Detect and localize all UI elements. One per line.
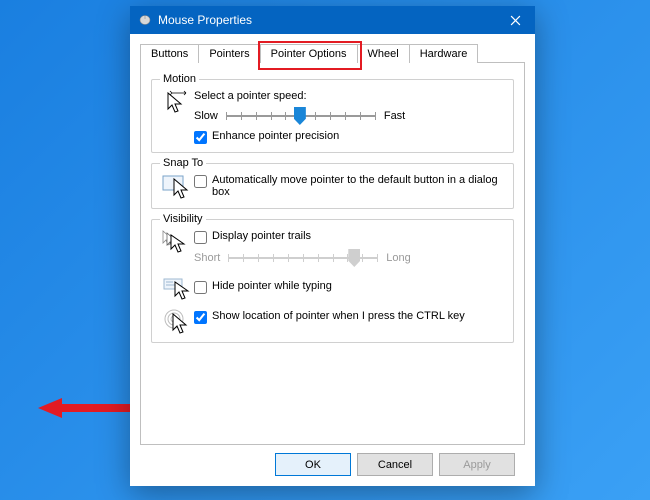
snapto-icon bbox=[160, 174, 194, 200]
ctrl-locate-checkbox[interactable]: Show location of pointer when I press th… bbox=[194, 310, 505, 324]
close-icon bbox=[510, 15, 521, 26]
client-area: Buttons Pointers Pointer Options Wheel H… bbox=[130, 34, 535, 484]
long-label: Long bbox=[386, 252, 410, 264]
pointer-speed-slider[interactable] bbox=[226, 106, 376, 126]
pointer-speed-label: Select a pointer speed: bbox=[194, 90, 505, 102]
group-visibility: Visibility Display p bbox=[151, 219, 514, 343]
group-snapto: Snap To Automatically move pointer to th… bbox=[151, 163, 514, 209]
snapto-label: Automatically move pointer to the defaul… bbox=[212, 174, 505, 198]
trails-label: Display pointer trails bbox=[212, 230, 311, 242]
trails-icon bbox=[160, 230, 194, 254]
desktop: Mouse Properties Buttons Pointers Pointe… bbox=[0, 0, 650, 500]
group-motion-legend: Motion bbox=[160, 73, 199, 85]
close-button[interactable] bbox=[495, 6, 535, 34]
cursor-speed-icon bbox=[160, 90, 194, 116]
ok-button[interactable]: OK bbox=[275, 453, 351, 476]
trails-checkbox[interactable]: Display pointer trails bbox=[194, 230, 505, 244]
tab-pointers[interactable]: Pointers bbox=[198, 44, 260, 63]
window-title: Mouse Properties bbox=[158, 13, 495, 27]
hide-typing-checkbox[interactable]: Hide pointer while typing bbox=[194, 280, 505, 294]
tab-buttons[interactable]: Buttons bbox=[140, 44, 199, 63]
mouse-properties-window: Mouse Properties Buttons Pointers Pointe… bbox=[130, 6, 535, 486]
short-label: Short bbox=[194, 252, 220, 264]
tab-hardware[interactable]: Hardware bbox=[409, 44, 479, 63]
enhance-precision-checkbox[interactable]: Enhance pointer precision bbox=[194, 130, 505, 144]
ctrl-locate-label: Show location of pointer when I press th… bbox=[212, 310, 465, 322]
fast-label: Fast bbox=[384, 110, 405, 122]
hide-typing-icon bbox=[160, 278, 194, 300]
group-snapto-legend: Snap To bbox=[160, 157, 206, 169]
trails-slider bbox=[228, 248, 378, 268]
enhance-precision-label: Enhance pointer precision bbox=[212, 130, 339, 142]
group-motion: Motion Select a pointer speed: Slow bbox=[151, 79, 514, 153]
titlebar[interactable]: Mouse Properties bbox=[130, 6, 535, 34]
tab-strip: Buttons Pointers Pointer Options Wheel H… bbox=[140, 38, 525, 63]
cancel-button[interactable]: Cancel bbox=[357, 453, 433, 476]
group-visibility-legend: Visibility bbox=[160, 213, 206, 225]
callout-arrow bbox=[38, 395, 138, 421]
apply-button[interactable]: Apply bbox=[439, 453, 515, 476]
dialog-buttons: OK Cancel Apply bbox=[140, 445, 525, 476]
tab-wheel[interactable]: Wheel bbox=[357, 44, 410, 63]
hide-typing-label: Hide pointer while typing bbox=[212, 280, 332, 292]
mouse-icon bbox=[138, 13, 152, 27]
tab-pointer-options[interactable]: Pointer Options bbox=[260, 44, 358, 63]
snapto-checkbox[interactable]: Automatically move pointer to the defaul… bbox=[194, 174, 505, 198]
ctrl-locate-icon bbox=[160, 308, 194, 334]
tab-panel: Motion Select a pointer speed: Slow bbox=[140, 63, 525, 445]
slow-label: Slow bbox=[194, 110, 218, 122]
